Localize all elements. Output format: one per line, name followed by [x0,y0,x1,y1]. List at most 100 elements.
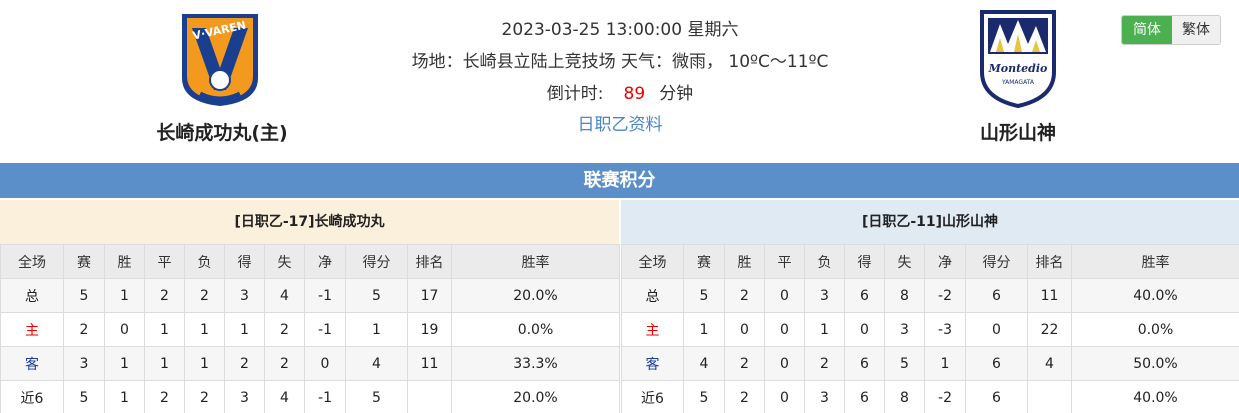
table-header-row: 全场赛胜平负得失净得分 排名 胜率 [0,244,620,279]
table-cell: 5 [683,278,725,313]
table-cell: 1 [144,312,185,347]
table-cell: 1 [104,380,145,413]
table-row: 近6 5 1 2 2 3 4 -1 5 20.0% [0,380,620,413]
table-cell: 2 [724,278,765,313]
column-header: 得分 [345,244,408,279]
match-datetime: 2023-03-25 13:00:00 星期六 [501,20,739,40]
column-header: 失 [884,244,925,279]
column-header: 得 [224,244,265,279]
countdown: 倒计时: 89 分钟 [380,78,860,110]
table-cell: 1 [184,312,225,347]
table-cell: 1 [224,312,265,347]
table-cell: 6 [844,346,885,381]
table-row: 总 5 1 2 2 3 4 -1 5 17 20.0% [0,278,620,313]
column-header: 得分 [965,244,1028,279]
table-row: 主 1 0 0 1 0 3 -3 0 22 0.0% [621,312,1239,347]
column-header: 胜率 [451,244,620,279]
row-label: 客 [0,346,64,381]
row-label: 主 [0,312,64,347]
table-cell: 2 [184,278,225,313]
table-cell: 2 [724,380,765,413]
column-header: 平 [144,244,185,279]
table-row: 客 3 1 1 1 2 2 0 4 11 33.3% [0,346,620,381]
table-cell: 2 [724,346,765,381]
table-cell: 4 [345,346,408,381]
home-team-name[interactable]: 长崎成功丸(主) [72,118,372,145]
home-standings-table: 全场赛胜平负得失净得分 排名 胜率总 5 1 2 2 3 4 -1 5 17 20.0% 主 2 0 1 1 1 2-… [0,244,620,413]
table-cell: 2 [224,346,265,381]
league-info-link[interactable]: 日职乙资料 [578,115,663,135]
countdown-label: 倒计时: [546,84,604,104]
table-cell: 3 [804,380,845,413]
table-cell: 3 [224,278,265,313]
table-cell: 0 [764,312,805,347]
simplified-chinese-button[interactable]: 简体 [1122,16,1172,44]
away-standings-title: [日职乙-11]山形山神 [621,200,1239,244]
away-standings-table: 全场赛胜平负得失净得分 排名 胜率总 5 2 0 3 6 8 -2 6 11 40.0% 主 1 0 0 1 0 3-… [621,244,1239,413]
svg-text:YAMAGATA: YAMAGATA [1001,79,1035,86]
table-cell: 6 [844,380,885,413]
table-cell: 1 [345,312,408,347]
countdown-value: 89 [623,84,646,104]
table-cell: 5 [884,346,925,381]
table-cell: 4 [264,278,305,313]
table-cell: 50.0% [1071,346,1239,381]
table-cell: 20.0% [451,278,620,313]
table-header-row: 全场赛胜平负得失净得分 排名 胜率 [621,244,1239,279]
column-header: 失 [264,244,305,279]
column-header: 全场 [621,244,684,279]
table-cell: 1 [104,346,145,381]
table-cell: 2 [144,380,185,413]
table-cell: 0 [764,278,805,313]
table-cell: 5 [63,380,105,413]
table-cell: 4 [264,380,305,413]
table-cell: 0 [304,346,346,381]
table-cell: 2 [804,346,845,381]
v-varen-nagasaki-logo-icon: V·VAREN [182,14,258,106]
match-header: V·VAREN 长崎成功丸(主) 2023-03-25 13:00:00 星期六… [0,0,1239,160]
table-cell: 0 [724,312,765,347]
row-label: 总 [0,278,64,313]
table-cell: -1 [304,278,346,313]
table-cell: 2 [144,278,185,313]
traditional-chinese-button[interactable]: 繁体 [1172,16,1220,44]
column-header: 得 [844,244,885,279]
table-cell: 20.0% [451,380,620,413]
table-cell: 19 [407,312,452,347]
table-cell: 6 [965,278,1028,313]
column-header: 赛 [683,244,725,279]
venue-weather: 场地：长崎县立陆上竞技场 天气：微雨， 10ºC～11ºC [411,52,829,72]
table-cell: -2 [924,278,966,313]
away-team-name[interactable]: 山形山神 [868,118,1168,145]
home-standings-panel: [日职乙-17]长崎成功丸 全场赛胜平负得失净得分 排名 胜率总 5 1 2 2 3 4 -1 5 1… [0,200,620,413]
table-cell: 40.0% [1071,380,1239,413]
table-cell: 4 [683,346,725,381]
table-cell: 0.0% [451,312,620,347]
table-cell: 2 [264,346,305,381]
table-row: 总 5 2 0 3 6 8 -2 6 11 40.0% [621,278,1239,313]
column-header: 平 [764,244,805,279]
row-label: 总 [621,278,684,313]
table-cell: 3 [224,380,265,413]
table-cell [1027,380,1072,413]
table-cell: 11 [407,346,452,381]
table-cell: 5 [345,278,408,313]
table-cell: 0 [844,312,885,347]
countdown-unit: 分钟 [659,84,694,104]
table-cell: 17 [407,278,452,313]
table-cell: 2 [264,312,305,347]
language-toggle: 简体 繁体 [1121,15,1221,45]
table-cell: 8 [884,380,925,413]
table-cell: 3 [63,346,105,381]
table-cell: 33.3% [451,346,620,381]
table-row: 客 4 2 0 2 6 5 1 6 4 50.0% [621,346,1239,381]
table-cell: 5 [345,380,408,413]
table-cell: 1 [683,312,725,347]
table-cell: 5 [683,380,725,413]
table-cell: 3 [804,278,845,313]
column-header: 净 [924,244,966,279]
table-cell: -2 [924,380,966,413]
table-cell: 2 [184,380,225,413]
montedio-yamagata-logo-icon: Montedio YAMAGATA [980,10,1056,108]
svg-text:Montedio: Montedio [988,62,1048,75]
